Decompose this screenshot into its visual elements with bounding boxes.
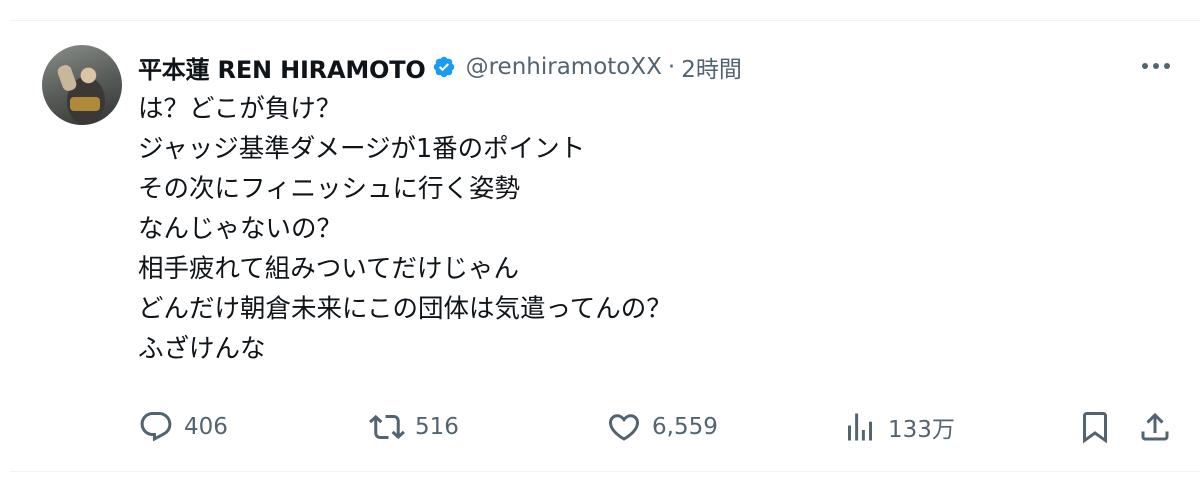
more-button[interactable] (1138, 54, 1174, 78)
tweet-text-line: ジャッジ基準ダメージが1番のポイント (138, 134, 586, 164)
avatar[interactable] (42, 45, 122, 125)
views-count: 133万 (888, 417, 955, 443)
tweet-text-line: は？どこが負け？ (138, 94, 342, 124)
avatar-photo-detail (55, 63, 79, 93)
timestamp[interactable]: 2時間 (681, 50, 742, 84)
reply-icon (140, 412, 172, 442)
share-button[interactable] (1137, 407, 1173, 447)
tweet-text-line: ふざけんな (138, 334, 266, 364)
like-count: 6,559 (652, 414, 718, 440)
views-icon (848, 413, 872, 441)
share-icon (1141, 412, 1169, 441)
reply-count: 406 (184, 414, 228, 440)
more-icon (1142, 63, 1170, 69)
reply-button[interactable]: 406 (138, 407, 228, 447)
like-button[interactable]: 6,559 (606, 407, 718, 447)
heart-icon (608, 414, 640, 441)
tweet-text-line: その次にフィニッシュに行く姿勢 (138, 174, 520, 204)
avatar-photo-detail (70, 97, 100, 111)
repost-icon (369, 414, 405, 440)
tweet-text-line: なんじゃないの？ (138, 214, 343, 244)
tweet-header: 平本蓮 REN HIRAMOTO @renhiramotoXX · 2時間 (138, 50, 742, 84)
views-button[interactable]: 133万 (842, 407, 955, 447)
separator-dot: · (667, 54, 676, 80)
author-handle[interactable]: @renhiramotoXX (466, 54, 662, 80)
bookmark-button[interactable] (1077, 407, 1113, 447)
tweet-text-line: 相手疲れて組みついてだけじゃん (138, 254, 519, 284)
author-name[interactable]: 平本蓮 REN HIRAMOTO (138, 50, 426, 85)
bookmark-icon (1083, 412, 1107, 444)
repost-count: 516 (415, 414, 459, 440)
tweet-text: は？どこが負け？ ジャッジ基準ダメージが1番のポイント その次にフィニッシュに行… (138, 89, 1138, 369)
repost-button[interactable]: 516 (369, 407, 459, 447)
tweet-text-line: どんだけ朝倉未来にこの団体は気遣ってんの？ (138, 294, 672, 324)
verified-badge-icon (433, 56, 454, 78)
